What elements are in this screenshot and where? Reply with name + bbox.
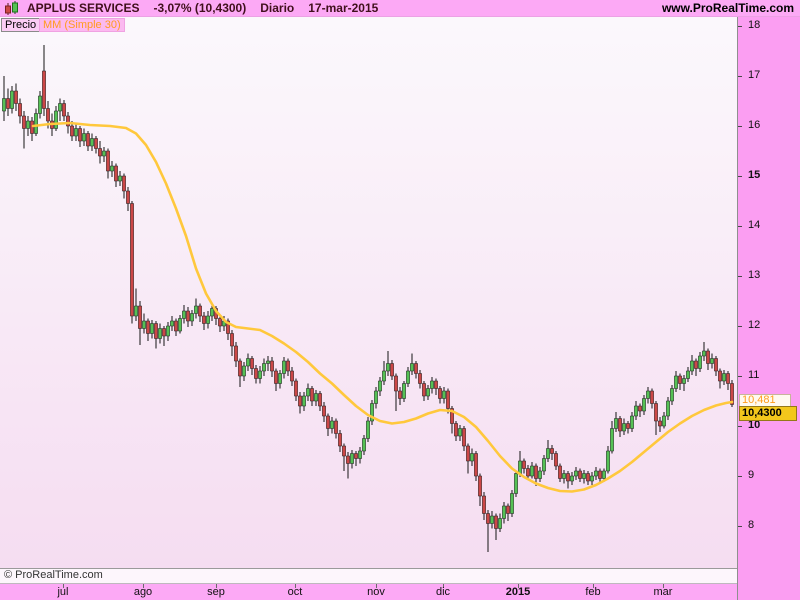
price-axis-label: 17	[748, 69, 761, 81]
price-axis-tick	[738, 426, 742, 427]
price-axis-label: 16	[748, 119, 761, 131]
time-axis-label: sep	[207, 586, 225, 598]
time-axis[interactable]: jul ago sep oct nov dic 2015 feb mar	[0, 583, 737, 600]
price-axis-label: 12	[748, 319, 761, 331]
time-axis-label: oct	[287, 586, 303, 598]
price-axis-tick	[738, 476, 742, 477]
title-bar: APPLUS SERVICES -3,07% (10,4300) Diario …	[0, 0, 800, 17]
time-axis-label: dic	[435, 586, 451, 598]
price-axis-tick	[738, 76, 742, 77]
change-and-price: -3,07% (10,4300)	[153, 1, 247, 15]
price-axis-label: 15	[748, 169, 761, 181]
chart-plot-area[interactable]: Precio MM (Simple 30)	[0, 17, 737, 568]
price-axis-label: 13	[748, 269, 761, 281]
price-axis-tick	[738, 276, 742, 277]
prorealtime-website-label: www.ProRealTime.com	[661, 1, 794, 15]
price-axis-tick	[738, 26, 742, 27]
price-pane-tag[interactable]: Precio	[1, 18, 41, 32]
time-axis-label: mar	[653, 586, 673, 598]
price-axis-tick	[738, 326, 742, 327]
symbol-name: APPLUS SERVICES	[27, 1, 140, 15]
time-axis-label: jul	[57, 586, 69, 598]
time-axis-label: 2015	[505, 586, 531, 598]
price-axis-label: 8	[748, 519, 755, 531]
price-chart-canvas[interactable]	[0, 17, 737, 568]
price-axis-tick	[738, 226, 742, 227]
price-axis-tick	[738, 126, 742, 127]
price-axis-tick	[738, 176, 742, 177]
price-axis-tick	[738, 526, 742, 527]
price-axis-label: 9	[748, 469, 755, 481]
candlestick-icon	[3, 0, 21, 16]
time-axis-label: ago	[133, 586, 153, 598]
price-axis-label: 11	[748, 369, 760, 381]
time-axis-label: feb	[585, 586, 601, 598]
copyright-watermark: © ProRealTime.com	[0, 568, 737, 583]
price-axis[interactable]: 10,481 10,4300 8 9 10 11 12 13 14 15 16 17 18	[737, 17, 800, 600]
time-axis-label: nov	[367, 586, 385, 598]
last-price-label: 10,4300	[739, 406, 797, 421]
price-axis-label: 18	[748, 19, 761, 31]
price-axis-label: 14	[748, 219, 761, 231]
date-label: 17-mar-2015	[308, 1, 379, 15]
price-axis-tick	[738, 376, 742, 377]
moving-average-tag[interactable]: MM (Simple 30)	[39, 18, 125, 32]
timeframe-label: Diario	[260, 1, 295, 15]
prorealtime-chart-window: APPLUS SERVICES -3,07% (10,4300) Diario …	[0, 0, 800, 600]
